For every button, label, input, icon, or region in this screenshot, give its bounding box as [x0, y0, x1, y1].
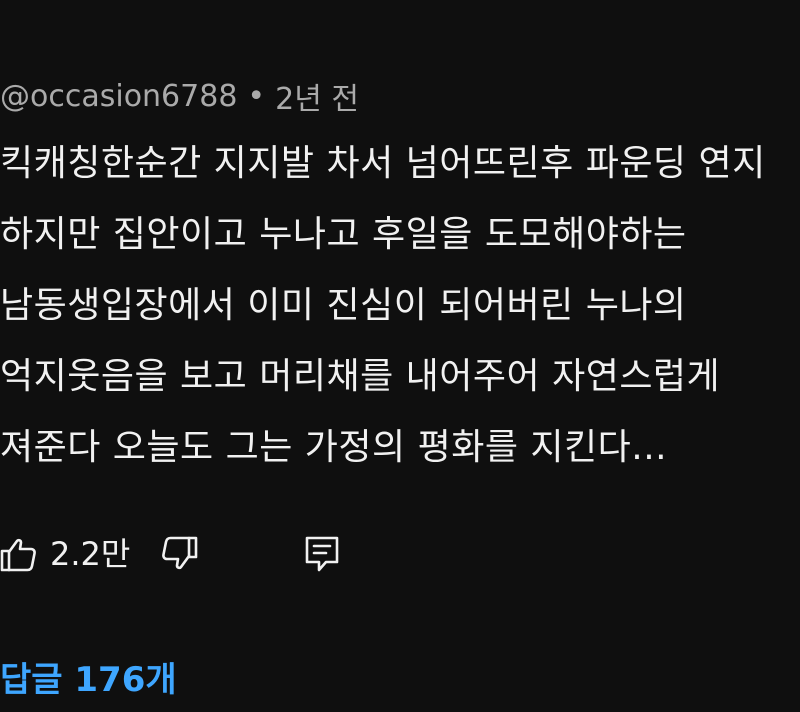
meta-separator: • [247, 78, 266, 114]
thumbs-up-icon[interactable] [0, 532, 40, 576]
comment-text: 킥캐칭한순간 지지발 차서 넘어뜨린후 파운딩 연지 하지만 집안이고 누나고 … [0, 128, 800, 483]
comment-text-line: 킥캐칭한순간 지지발 차서 넘어뜨린후 파운딩 연지 [0, 143, 766, 184]
comment-text-line: 져준다 오늘도 그는 가정의 평화를 지킨다... [0, 427, 668, 468]
reply-comment-icon[interactable] [300, 532, 344, 576]
comment-timestamp[interactable]: 2년 전 [275, 74, 359, 118]
comment-actions: 2.2만 [0, 528, 800, 580]
comment-text-line: 남동생입장에서 이미 진심이 되어버린 누나의 [0, 285, 687, 326]
comment-header: @occasion6788 • 2년 전 [0, 74, 359, 118]
like-count: 2.2만 [50, 535, 131, 573]
comment-text-line: 억지웃음을 보고 머리채를 내어주어 자연스럽게 [0, 356, 721, 397]
comment-text-line: 하지만 집안이고 누나고 후일을 도모해야하는 [0, 214, 687, 255]
comment-item: @occasion6788 • 2년 전 킥캐칭한순간 지지발 차서 넘어뜨린후… [0, 0, 800, 712]
thumbs-down-icon[interactable] [158, 532, 202, 576]
replies-toggle-button[interactable]: 답글 176개 [0, 652, 177, 708]
author-handle[interactable]: @occasion6788 [0, 79, 237, 114]
